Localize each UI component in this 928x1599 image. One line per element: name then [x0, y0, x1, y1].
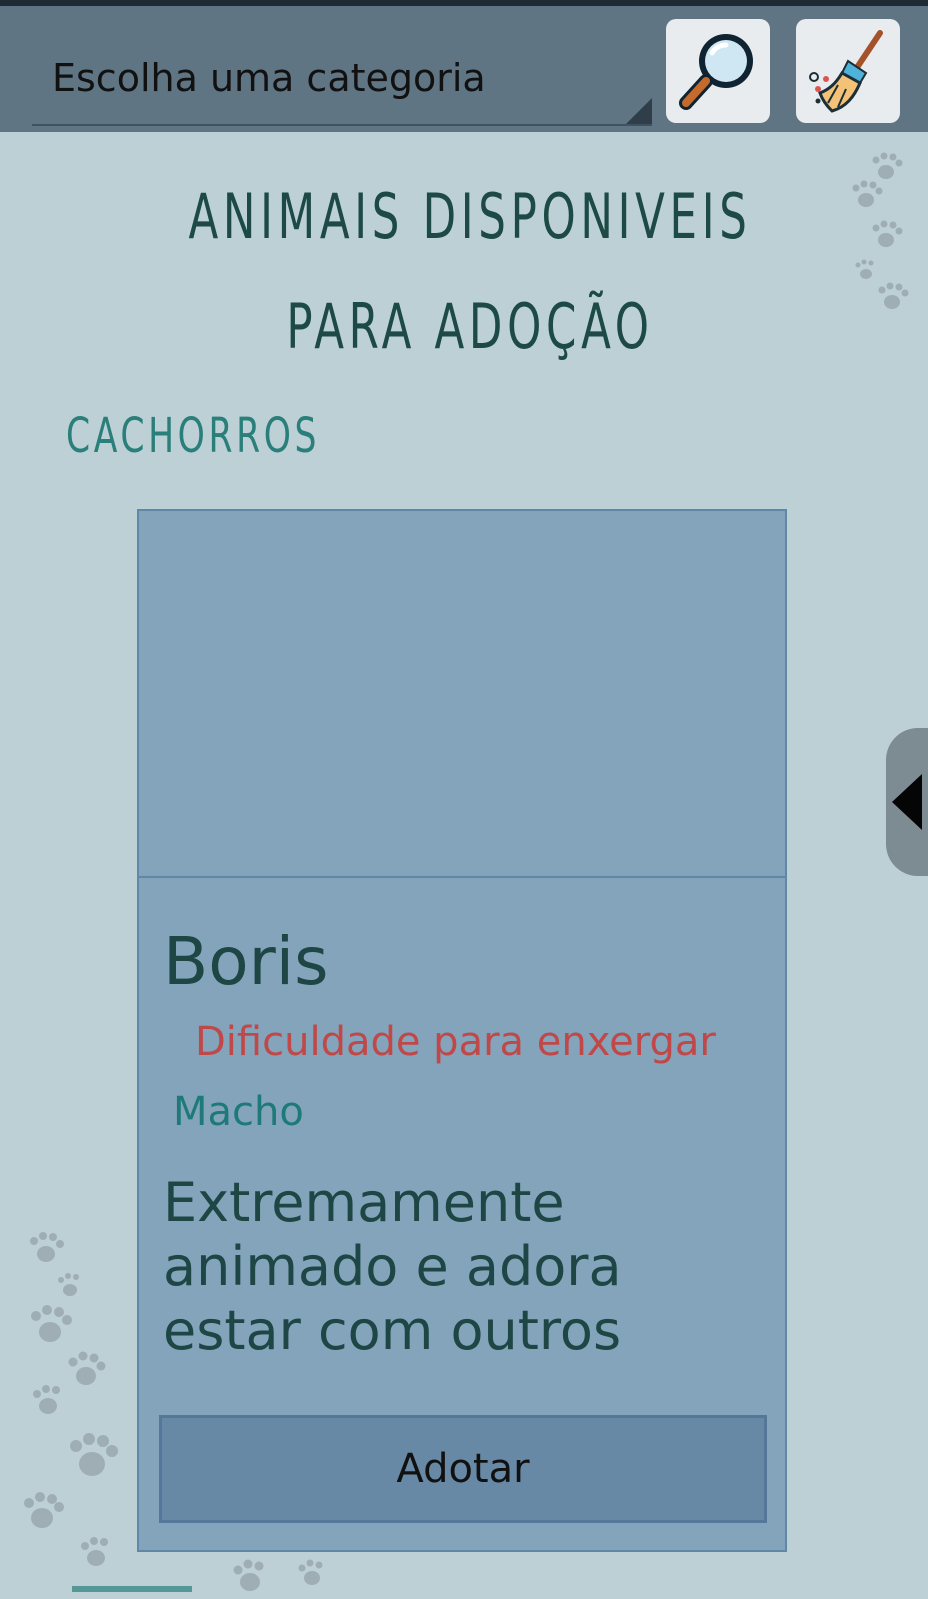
side-drawer-handle[interactable]: [886, 728, 928, 876]
animal-card: Boris Dificuldade para enxergar Macho Ex…: [137, 509, 787, 1552]
paw-prints-icon: [24, 1232, 118, 1566]
arrow-left-icon: [892, 774, 922, 830]
section-heading: CACHORROS: [66, 408, 321, 464]
search-button[interactable]: [666, 19, 770, 123]
broom-icon: [809, 30, 883, 113]
animal-condition: Dificuldade para enxergar: [195, 1019, 716, 1065]
top-toolbar: Escolha uma categoria: [0, 6, 928, 132]
clear-filter-button[interactable]: [796, 19, 900, 123]
animal-description: Extremamente animado e adora estar com o…: [163, 1171, 622, 1362]
next-section-heading-partial: [72, 1586, 192, 1599]
category-dropdown[interactable]: Escolha uma categoria: [32, 30, 652, 126]
magnifier-icon: [679, 34, 753, 110]
animal-photo: [139, 511, 785, 878]
animal-sex: Macho: [173, 1089, 304, 1135]
app-screen: Escolha uma categoria ANIMAIS DISPONIVEI…: [0, 0, 928, 1599]
category-dropdown-label: Escolha uma categoria: [52, 56, 486, 100]
paw-prints-icon: [233, 1559, 323, 1591]
paw-prints-icon: [852, 152, 909, 309]
dropdown-arrow-icon: [626, 98, 652, 124]
adopt-button[interactable]: Adotar: [159, 1415, 767, 1523]
page-title: ANIMAIS DISPONIVEIS PARA ADOÇÃO: [188, 180, 752, 363]
animal-name: Boris: [163, 923, 329, 1000]
